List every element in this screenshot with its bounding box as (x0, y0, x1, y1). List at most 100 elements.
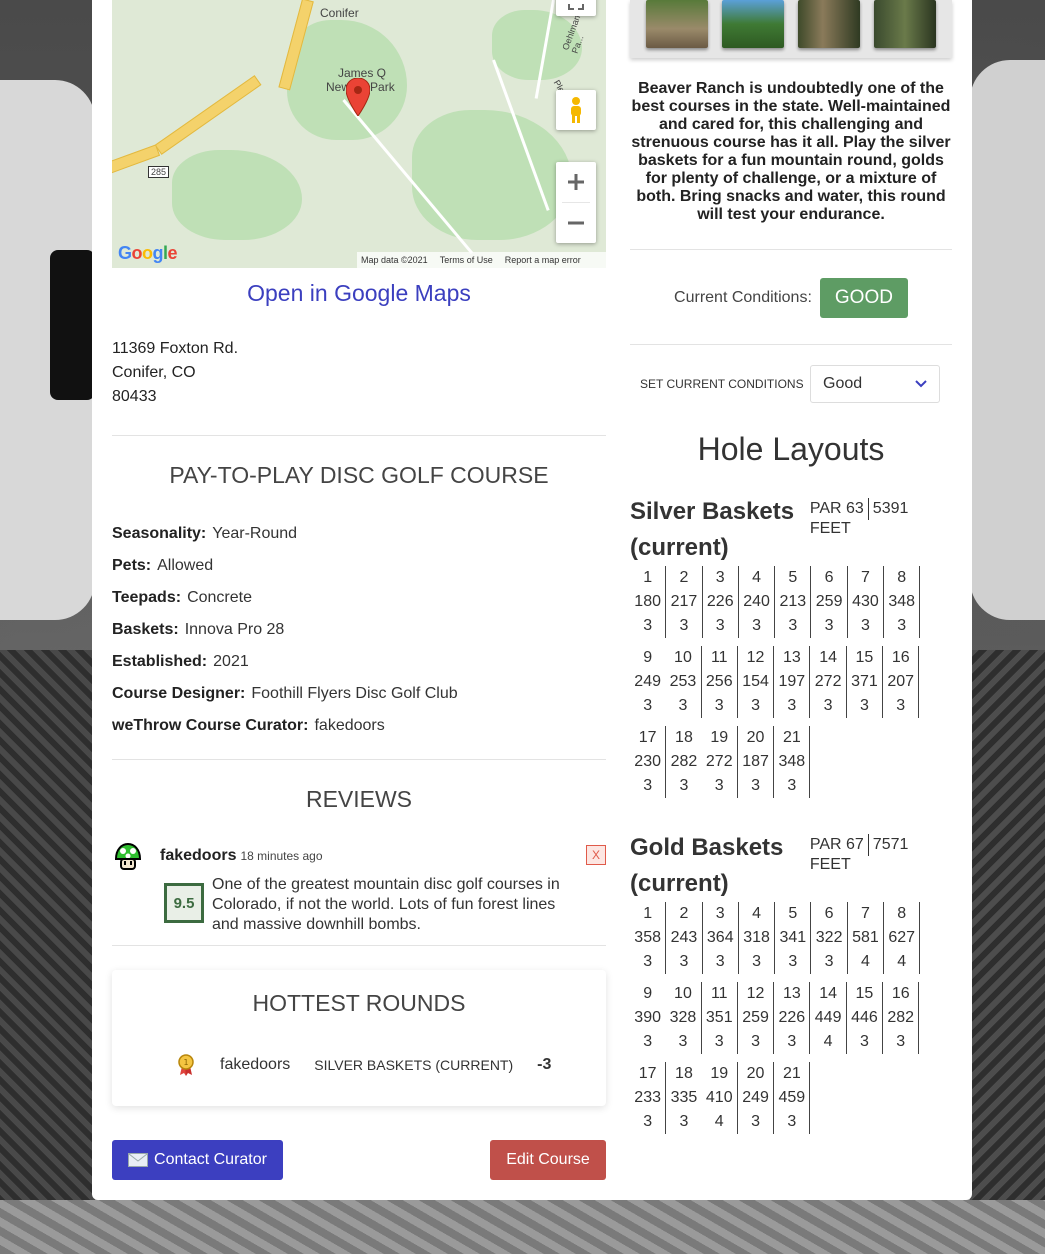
hole-distance: 627 (888, 929, 916, 946)
photo-gallery (630, 0, 952, 58)
delete-review-button[interactable]: X (586, 845, 606, 865)
hole-par: 3 (751, 1113, 760, 1130)
map-data-text: Map data ©2021 (361, 255, 428, 265)
background-gravel (0, 1200, 1045, 1254)
layout-name[interactable]: Gold Baskets (current) (630, 830, 808, 902)
hole-par: 3 (679, 953, 689, 970)
hole-par: 3 (824, 953, 834, 970)
set-conditions-row: SET CURRENT CONDITIONS Good (630, 365, 952, 403)
open-google-maps-link[interactable]: Open in Google Maps (112, 280, 606, 307)
background-gravel (0, 650, 95, 1254)
hole-cell: 8 627 4 (884, 902, 921, 974)
hole-number: 3 (715, 905, 725, 922)
hole-number: 19 (710, 729, 729, 746)
divider (630, 249, 952, 250)
hole-par: 3 (678, 697, 688, 714)
street-view-button[interactable] (556, 90, 596, 130)
hole-distance: 154 (742, 673, 769, 690)
hole-number: 12 (746, 649, 765, 666)
hole-cell: 15 371 3 (847, 646, 884, 718)
course-photo-thumbnail[interactable] (722, 0, 784, 48)
hole-par: 3 (751, 777, 760, 794)
hottest-round-row[interactable]: 1 fakedoors SILVER BASKETS (CURRENT) -3 (178, 1054, 551, 1076)
contact-curator-button[interactable]: Contact Curator (112, 1140, 283, 1180)
svg-text:1: 1 (183, 1058, 188, 1067)
hole-cell: 4 318 3 (739, 902, 776, 974)
hole-cell: 1 180 3 (630, 566, 667, 638)
contact-curator-label: Contact Curator (154, 1151, 267, 1168)
zoom-out-button[interactable] (556, 203, 596, 243)
hole-number: 21 (782, 729, 801, 746)
hole-cell: 5 213 3 (775, 566, 812, 638)
hole-distance: 328 (669, 1009, 697, 1026)
hole-cell: 10 253 3 (665, 646, 702, 718)
hole-distance: 430 (852, 593, 879, 610)
hole-distance: 364 (706, 929, 734, 946)
course-photo-thumbnail[interactable] (874, 0, 936, 48)
hole-distance: 318 (743, 929, 770, 946)
reviewer-name[interactable]: fakedoors 18 minutes ago (160, 847, 323, 865)
hole-number: 20 (746, 729, 765, 746)
hole-number: 13 (782, 985, 801, 1002)
hole-par: 4 (860, 953, 870, 970)
report-error-link[interactable]: Report a map error (505, 255, 581, 265)
hole-par: 3 (859, 697, 869, 714)
conditions-select[interactable]: Good (810, 365, 940, 403)
hole-distance: 249 (742, 1089, 769, 1106)
hole-cell: 7 581 4 (848, 902, 885, 974)
hole-number: 2 (679, 569, 689, 586)
hole-par: 3 (751, 697, 760, 714)
hole-par: 3 (643, 1033, 653, 1050)
hole-number: 10 (674, 985, 692, 1002)
hole-par: 4 (823, 1033, 833, 1050)
hole-distance: 230 (634, 753, 661, 770)
hole-cell: 18 282 3 (666, 726, 701, 798)
hole-par: 3 (752, 953, 761, 970)
hole-cell: 17 230 3 (630, 726, 667, 798)
course-photo-thumbnail[interactable] (798, 0, 860, 48)
location-pin-icon[interactable] (346, 78, 370, 116)
hole-number: 9 (643, 649, 653, 666)
fullscreen-icon (568, 4, 584, 10)
hole-cell: 20 187 3 (738, 726, 775, 798)
zoom-in-button[interactable] (556, 162, 596, 202)
info-established: Established: 2021 (112, 653, 249, 670)
plus-icon (568, 174, 584, 190)
hole-distance: 446 (851, 1009, 878, 1026)
hole-number: 18 (675, 729, 693, 746)
hole-number: 15 (855, 649, 874, 666)
layout-name[interactable]: Silver Baskets (current) (630, 494, 808, 566)
info-teepads: Teepads: Concrete (112, 589, 252, 606)
background-shape (50, 250, 95, 400)
hole-number: 10 (674, 649, 692, 666)
hole-cell: 18 335 3 (666, 1062, 701, 1134)
address-city: Conifer, CO (112, 364, 196, 381)
layout-par: PAR 67 (809, 836, 864, 854)
hole-cell: 11 351 3 (702, 982, 738, 1054)
course-photo-thumbnail[interactable] (646, 0, 708, 48)
hole-layout: Silver Baskets (current) PAR 63 5391 FEET 1… (630, 494, 952, 806)
course-description: Beaver Ranch is undoubtedly one of the b… (631, 80, 951, 223)
hole-par: 3 (897, 617, 907, 634)
hole-number: 11 (710, 985, 728, 1002)
hole-number: 6 (824, 569, 834, 586)
review-time: 18 minutes ago (240, 849, 323, 863)
hole-number: 18 (675, 1065, 693, 1082)
address-zip: 80433 (112, 388, 157, 405)
hole-grid: 1 180 3 2 217 3 3 226 3 4 240 3 5 213 3 6 259 3 7 430 3 8 348 3… (630, 566, 952, 806)
hole-par: 4 (714, 1113, 724, 1130)
background-shape (970, 60, 1045, 620)
terms-link[interactable]: Terms of Use (440, 255, 493, 265)
background-gravel (970, 650, 1045, 1254)
fullscreen-button[interactable] (556, 0, 596, 16)
round-score: -3 (537, 1056, 552, 1073)
reviews-heading: REVIEWS (305, 786, 413, 812)
course-map[interactable]: Conifer James Q Newton Park Oehlmann Pa.… (112, 0, 606, 268)
info-pets: Pets: Allowed (112, 557, 214, 574)
hole-layout: Gold Baskets (current) PAR 67 7571 FEET 1 35… (630, 830, 952, 1142)
hole-number: 5 (788, 905, 798, 922)
google-logo: Google (118, 243, 178, 263)
hole-distance: 217 (670, 593, 698, 610)
layout-header: Silver Baskets (current) PAR 63 5391 FEET (630, 494, 952, 566)
edit-course-button[interactable]: Edit Course (490, 1140, 606, 1180)
